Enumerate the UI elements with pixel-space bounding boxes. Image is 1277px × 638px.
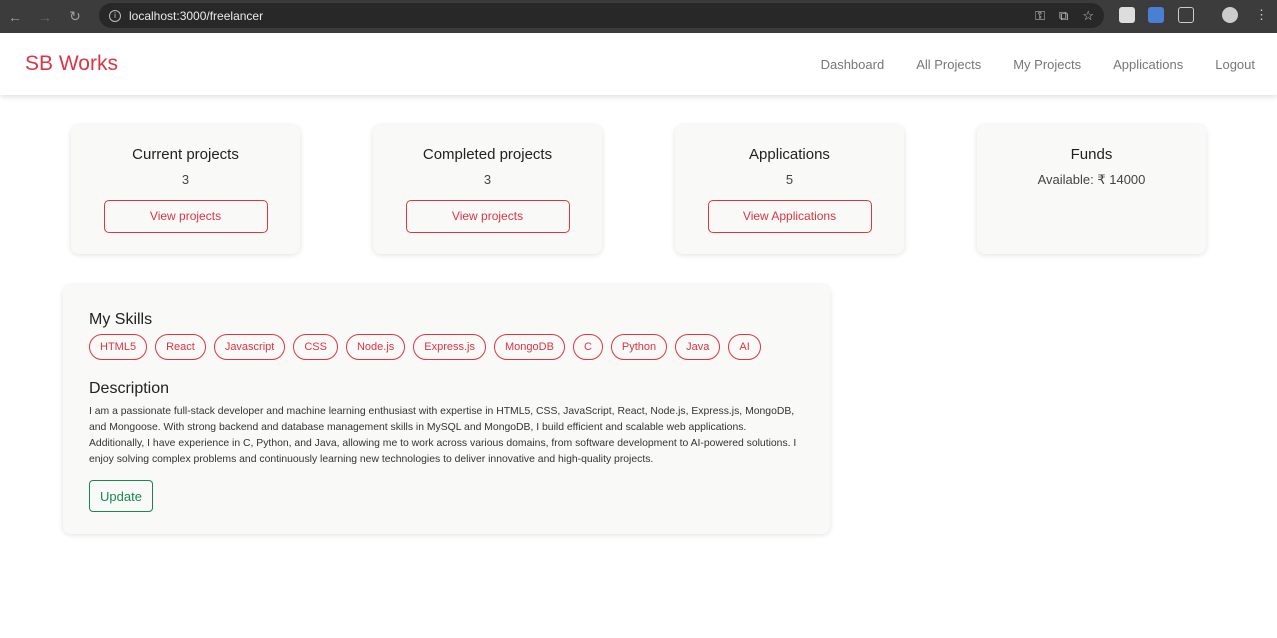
skill-pill: AI [728, 334, 761, 360]
description-heading: Description [89, 380, 170, 397]
update-button[interactable]: Update [89, 480, 153, 512]
skill-pill: Express.js [413, 334, 487, 360]
card-title: Completed projects [422, 146, 553, 163]
card-value: 3 [181, 172, 190, 187]
nav-my-projects[interactable]: My Projects [1013, 57, 1081, 72]
nav-applications[interactable]: Applications [1113, 57, 1183, 72]
back-icon[interactable]: ← [0, 9, 30, 25]
skill-pill: Java [675, 334, 721, 360]
nav-dashboard[interactable]: Dashboard [821, 57, 885, 72]
install-app-icon[interactable]: ⧉ [1059, 8, 1068, 24]
browser-toolbar: ← → ↻ i localhost:3000/freelancer ⚿ ⧉ ☆ … [0, 0, 1277, 33]
nav-all-projects[interactable]: All Projects [916, 57, 981, 72]
applications-card: Applications 5 View Applications [675, 125, 904, 254]
skills-heading: My Skills [89, 311, 153, 328]
url-text: localhost:3000/freelancer [129, 8, 264, 23]
skills-list: HTML5 React Javascript CSS Node.js Expre… [89, 334, 804, 360]
card-value: 3 [483, 172, 492, 187]
card-title: Current projects [132, 146, 239, 163]
reload-icon[interactable]: ↻ [60, 8, 90, 25]
profile-card: My Skills HTML5 React Javascript CSS Nod… [63, 285, 830, 534]
view-current-projects-button[interactable]: View projects [103, 200, 268, 233]
extension-icon[interactable] [1148, 7, 1164, 23]
completed-projects-card: Completed projects 3 View projects [373, 125, 602, 254]
brand-logo[interactable]: SB Works [25, 52, 118, 76]
skill-pill: Node.js [345, 334, 406, 360]
funds-card: Funds Available: ₹ 14000 [977, 125, 1206, 254]
menu-kebab-icon[interactable]: ⋮ [1255, 7, 1268, 23]
view-applications-button[interactable]: View Applications [707, 200, 872, 233]
card-title: Funds [1070, 146, 1113, 163]
bookmark-star-icon[interactable]: ☆ [1082, 8, 1094, 24]
card-title: Applications [749, 146, 830, 163]
skill-pill: Javascript [213, 334, 286, 360]
skill-pill: C [572, 334, 603, 360]
card-value: 5 [785, 172, 794, 187]
navbar: SB Works Dashboard All Projects My Proje… [0, 33, 1277, 95]
current-projects-card: Current projects 3 View projects [71, 125, 300, 254]
skill-pill: Python [610, 334, 668, 360]
extensions-puzzle-icon[interactable] [1178, 7, 1194, 23]
address-bar[interactable]: i localhost:3000/freelancer ⚿ ⧉ ☆ [99, 3, 1104, 28]
extension-icon[interactable] [1119, 7, 1135, 23]
profile-avatar[interactable] [1222, 7, 1238, 23]
skill-pill: CSS [293, 334, 338, 360]
site-info-icon[interactable]: i [109, 9, 121, 22]
description-text: I am a passionate full-stack developer a… [89, 406, 797, 465]
password-key-icon[interactable]: ⚿ [1035, 8, 1045, 24]
funds-available: Available: ₹ 14000 [1037, 172, 1146, 187]
skill-pill: HTML5 [89, 334, 148, 360]
forward-icon[interactable]: → [30, 9, 60, 25]
nav-logout[interactable]: Logout [1215, 57, 1255, 72]
skill-pill: React [155, 334, 206, 360]
view-completed-projects-button[interactable]: View projects [405, 200, 570, 233]
skill-pill: MongoDB [494, 334, 565, 360]
